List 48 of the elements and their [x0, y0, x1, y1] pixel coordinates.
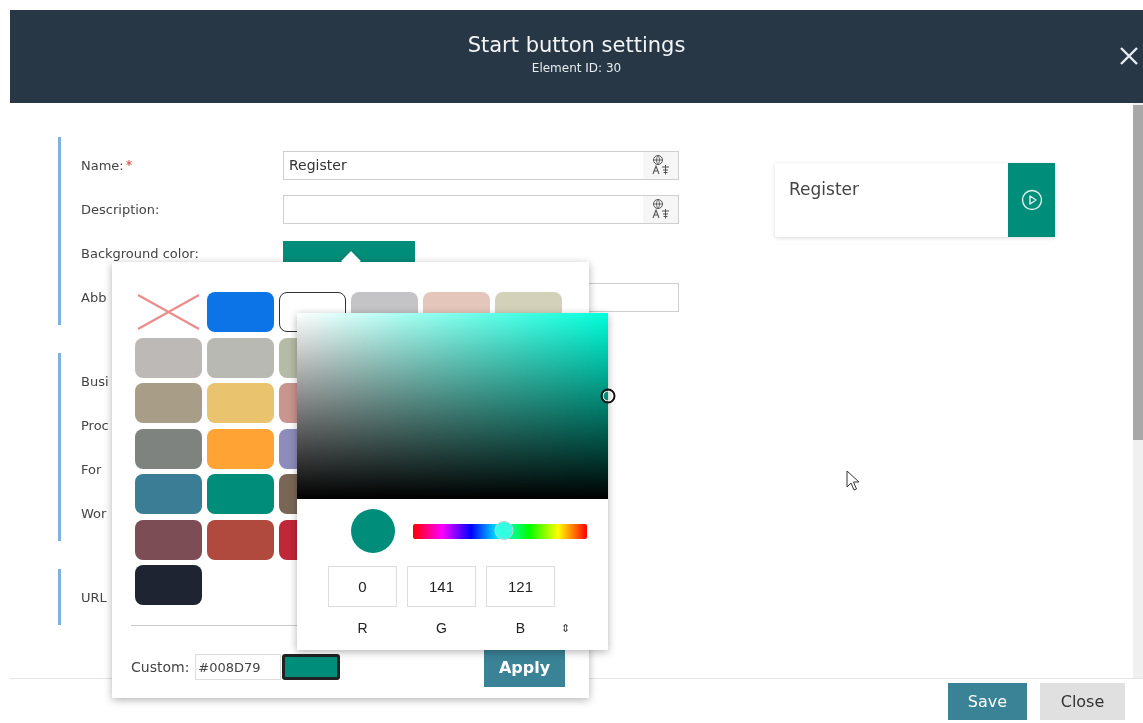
- field-label: Abb: [81, 289, 108, 305]
- field-label: Wor: [81, 505, 108, 521]
- scrollbar[interactable]: [1133, 103, 1143, 678]
- mouse-pointer-icon: [846, 470, 862, 492]
- color-swatch[interactable]: [207, 292, 274, 332]
- color-swatch[interactable]: [207, 337, 274, 378]
- color-swatch[interactable]: [207, 519, 274, 560]
- hue-slider-thumb[interactable]: [494, 520, 514, 540]
- field-label: Name:: [81, 157, 283, 173]
- mode-toggle[interactable]: ⇕: [561, 622, 571, 635]
- custom-color-swatch[interactable]: [282, 654, 341, 680]
- saturation-handle[interactable]: [600, 388, 616, 404]
- field-label: Description:: [81, 201, 161, 217]
- dialog-title: Start button settings: [467, 32, 686, 57]
- custom-label: Custom:: [131, 659, 190, 675]
- no-color-swatch[interactable]: [135, 292, 202, 332]
- save-button[interactable]: Save: [948, 682, 1027, 720]
- field-label: For: [81, 461, 103, 477]
- dialog-subtitle: Element ID: 30: [531, 60, 622, 75]
- color-swatch[interactable]: [135, 519, 202, 560]
- channel-input-field[interactable]: 141: [407, 566, 476, 607]
- hue-slider[interactable]: [413, 523, 587, 539]
- color-swatch[interactable]: [207, 383, 274, 423]
- hex-input-field[interactable]: #008D79: [195, 654, 282, 680]
- saturation-value-area[interactable]: [297, 313, 608, 499]
- color-swatch[interactable]: [135, 474, 202, 514]
- close-icon[interactable]: [1119, 46, 1139, 66]
- color-swatch[interactable]: [207, 474, 274, 514]
- apply-button[interactable]: Apply: [484, 647, 565, 687]
- channel-label: G: [436, 620, 447, 636]
- channel-label: B: [515, 620, 526, 636]
- scrollbar-thumb[interactable]: [1133, 105, 1143, 440]
- field-label: URL: [81, 589, 108, 605]
- channel-label: R: [357, 620, 368, 636]
- start-button[interactable]: [1008, 163, 1055, 237]
- channel-input-field[interactable]: 121: [486, 566, 555, 607]
- field-label: Background color:: [81, 245, 200, 261]
- color-swatch[interactable]: [135, 565, 202, 605]
- play-circle-icon: [1020, 189, 1043, 211]
- color-swatch[interactable]: [135, 428, 202, 469]
- field-label: Busi: [81, 373, 110, 389]
- close-button[interactable]: Close: [1040, 682, 1125, 720]
- field-label: Proc: [81, 417, 110, 433]
- color-swatch[interactable]: [135, 337, 202, 378]
- preview-label: Register: [788, 178, 859, 201]
- color-swatch[interactable]: [135, 383, 202, 423]
- color-swatch[interactable]: [207, 428, 274, 469]
- channel-input-field[interactable]: 0: [328, 566, 397, 607]
